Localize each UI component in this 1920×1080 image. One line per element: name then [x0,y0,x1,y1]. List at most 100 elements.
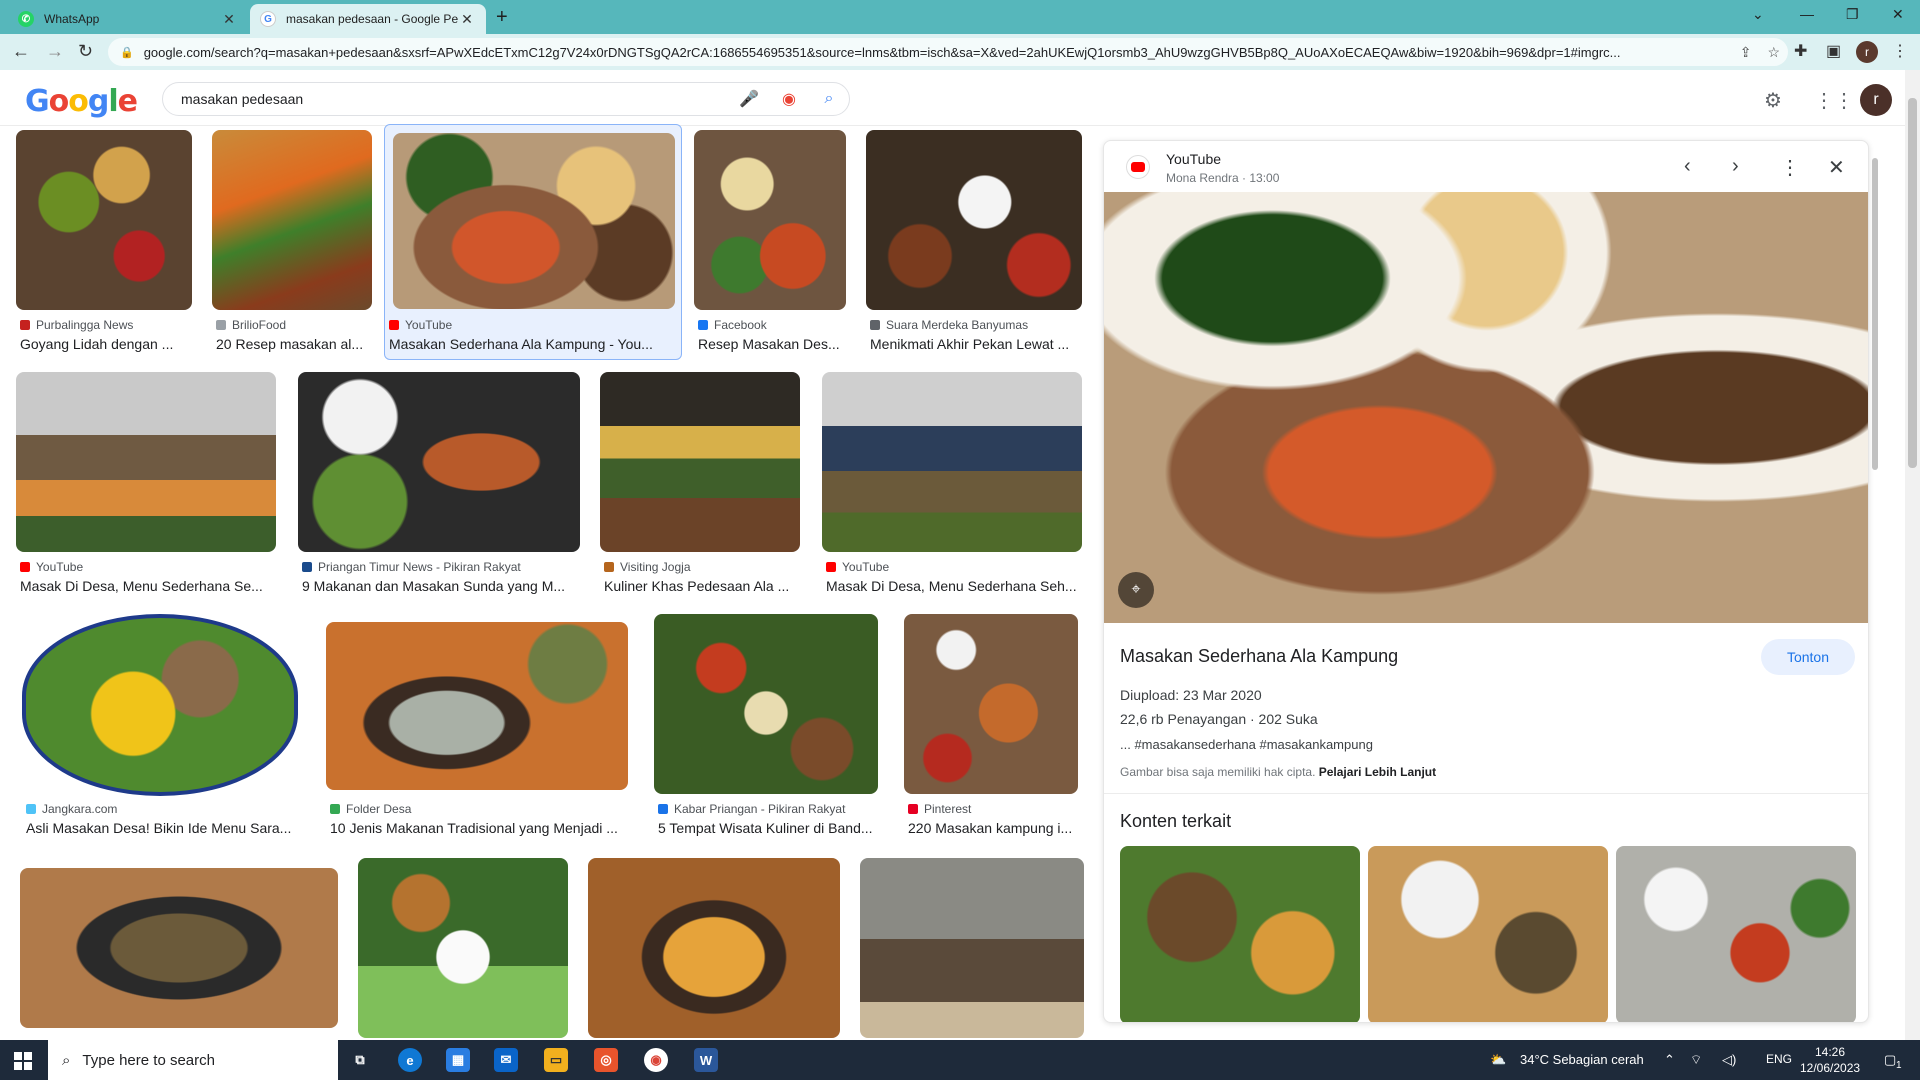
tab-search-icon[interactable]: ⌄ [1752,6,1764,23]
forward-icon[interactable]: → [46,41,64,62]
taskbar-search[interactable]: ⌕ Type here to search [48,1040,338,1080]
result-title[interactable]: Kuliner Khas Pedesaan Ala ... [604,578,800,594]
result-title[interactable]: 9 Makanan dan Masakan Sunda yang M... [302,578,580,594]
bookmark-star-icon[interactable]: ☆ [1767,44,1780,61]
result-card-selected[interactable]: YouTube Masakan Sederhana Ala Kampung - … [384,124,682,360]
result-card[interactable] [358,858,568,1038]
extensions-icon[interactable]: ✚ [1794,41,1807,61]
result-thumbnail[interactable] [16,130,192,310]
result-thumbnail[interactable] [358,858,568,1038]
result-card[interactable]: YouTube Masak Di Desa, Menu Sederhana Se… [16,372,278,602]
result-card[interactable]: BrilioFood 20 Resep masakan al... [212,130,374,360]
result-title[interactable]: Masak Di Desa, Menu Sederhana Se... [20,578,276,594]
preview-scrollbar[interactable] [1870,140,1880,1020]
app-icon[interactable]: ◎ [594,1048,618,1072]
result-thumbnail[interactable] [904,614,1078,794]
result-thumbnail[interactable] [22,614,298,796]
clock[interactable]: 14:26 12/06/2023 [1800,1044,1860,1076]
more-options-icon[interactable]: ⋮ [1780,155,1800,180]
result-thumbnail[interactable] [588,858,840,1038]
result-thumbnail[interactable] [326,622,628,790]
result-thumbnail[interactable] [600,372,800,552]
result-title[interactable]: 220 Masakan kampung i... [908,820,1078,836]
result-title[interactable]: Resep Masakan Des... [698,336,848,352]
search-icon[interactable]: ⌕ [809,90,849,108]
result-card[interactable]: Kabar Priangan - Pikiran Rakyat 5 Tempat… [654,614,880,844]
side-panel-icon[interactable]: ▣ [1826,41,1841,61]
reload-icon[interactable]: ↻ [78,41,93,62]
tab-whatsapp[interactable]: ✆ WhatsApp ✕ [8,4,248,34]
result-title[interactable]: 10 Jenis Makanan Tradisional yang Menjad… [330,820,628,836]
task-view-icon[interactable]: ⧉ [348,1048,372,1072]
result-title[interactable]: Asli Masakan Desa! Bikin Ide Menu Sara..… [26,820,298,836]
result-card[interactable]: Suara Merdeka Banyumas Menikmati Akhir P… [866,130,1084,360]
lens-icon[interactable]: ◉ [769,89,809,109]
result-thumbnail[interactable] [16,372,276,552]
microphone-icon[interactable]: 🎤 [729,89,769,109]
result-thumbnail[interactable] [866,130,1082,310]
scrollbar-thumb[interactable] [1872,158,1878,470]
search-input[interactable]: masakan pedesaan [181,91,729,107]
settings-gear-icon[interactable]: ⚙ [1764,88,1782,113]
volume-icon[interactable]: ◁) [1722,1052,1736,1068]
back-icon[interactable]: ← [12,41,30,62]
page-scrollbar[interactable] [1905,70,1920,1040]
result-thumbnail[interactable] [20,868,338,1028]
result-title[interactable]: 20 Resep masakan al... [216,336,372,352]
result-title[interactable]: Masakan Sederhana Ala Kampung - You... [389,336,669,352]
result-card[interactable] [860,858,1084,1038]
result-thumbnail[interactable] [298,372,580,552]
edge-icon[interactable]: e [398,1048,422,1072]
search-box[interactable]: masakan pedesaan 🎤 ◉ ⌕ [162,82,850,116]
result-card[interactable] [20,868,338,1028]
network-icon[interactable]: ⌔ [1690,1052,1702,1068]
preview-source[interactable]: YouTube [1166,151,1221,167]
store-icon[interactable]: ▦ [446,1048,470,1072]
result-thumbnail[interactable] [654,614,878,794]
close-icon[interactable]: ✕ [1828,155,1845,180]
google-account-avatar[interactable]: r [1860,84,1892,116]
weather-icon[interactable]: ⛅ [1490,1052,1506,1068]
mail-icon[interactable]: ✉ [494,1048,518,1072]
preview-image[interactable]: ⌖ [1104,192,1868,623]
result-title[interactable]: Masak Di Desa, Menu Sederhana Seh... [826,578,1082,594]
result-card[interactable] [588,858,840,1038]
restore-icon[interactable]: ❐ [1846,6,1859,23]
result-card[interactable]: Pinterest 220 Masakan kampung i... [904,614,1082,844]
language-indicator[interactable]: ENG [1766,1052,1792,1066]
chrome-icon[interactable]: ◉ [644,1048,668,1072]
related-thumbnail[interactable] [1368,846,1608,1022]
word-icon[interactable]: W [694,1048,718,1072]
lens-search-icon[interactable]: ⌖ [1118,572,1154,608]
tray-overflow-icon[interactable]: ⌃ [1664,1052,1675,1068]
watch-button[interactable]: Tonton [1761,639,1855,675]
tab-close-icon[interactable]: ✕ [220,11,238,28]
related-thumbnail[interactable] [1616,846,1856,1022]
notification-icon[interactable]: ▢ [1884,1052,1896,1068]
result-thumbnail[interactable] [860,858,1084,1038]
new-tab-icon[interactable]: + [496,6,508,29]
result-card[interactable]: Visiting Jogja Kuliner Khas Pedesaan Ala… [600,372,802,602]
result-card[interactable]: Facebook Resep Masakan Des... [694,130,848,360]
learn-more-link[interactable]: Pelajari Lebih Lanjut [1319,765,1436,779]
result-card[interactable]: Folder Desa 10 Jenis Makanan Tradisional… [326,614,630,844]
result-thumbnail[interactable] [822,372,1082,552]
result-title[interactable]: 5 Tempat Wisata Kuliner di Band... [658,820,878,836]
next-icon[interactable]: › [1732,155,1739,178]
close-window-icon[interactable]: ✕ [1892,6,1904,23]
result-thumbnail[interactable] [694,130,846,310]
browser-profile-avatar[interactable]: r [1856,41,1878,63]
minimize-icon[interactable]: — [1800,6,1814,22]
result-thumbnail[interactable] [212,130,372,310]
address-bar[interactable]: 🔒 google.com/search?q=masakan+pedesaan&s… [108,38,1788,66]
weather-text[interactable]: 34°C Sebagian cerah [1520,1052,1644,1067]
previous-icon[interactable]: ‹ [1684,155,1691,178]
result-card[interactable]: Purbalingga News Goyang Lidah dengan ... [16,130,192,360]
apps-grid-icon[interactable]: ⋮⋮ [1814,88,1854,113]
related-thumbnail[interactable] [1120,846,1360,1022]
google-logo[interactable]: Google [25,84,138,119]
file-explorer-icon[interactable]: ▭ [544,1048,568,1072]
result-card[interactable]: Jangkara.com Asli Masakan Desa! Bikin Id… [22,614,300,844]
preview-title[interactable]: Masakan Sederhana Ala Kampung [1120,646,1398,667]
scrollbar-thumb[interactable] [1908,98,1917,468]
